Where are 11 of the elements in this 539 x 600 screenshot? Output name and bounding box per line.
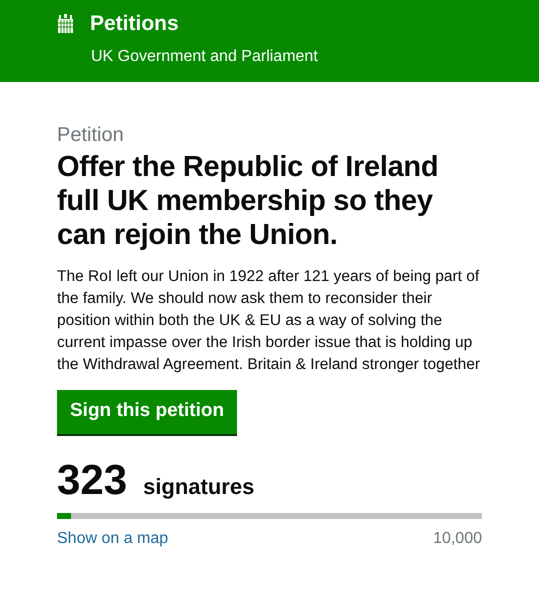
site-subtitle: UK Government and Parliament (91, 47, 319, 67)
signature-target: 10,000 (433, 528, 482, 548)
sign-petition-button[interactable]: Sign this petition (57, 390, 238, 434)
petition-description: The RoI left our Union in 1922 after 121 years of being part of the family. We should now ask them to reconsider their position within both the UK & EU as a way of solving the current impasse over the Irish border issue that is holding up the Withdrawal Agreement. Britain & Ireland stronger together (57, 267, 482, 375)
portcullis-icon (57, 14, 74, 34)
signatures-label: signatures (143, 472, 254, 501)
site-title[interactable]: Petitions (90, 10, 179, 38)
show-on-map-link[interactable]: Show on a map (57, 526, 168, 550)
petition-title: Offer the Republic of Ireland full UK membership so they can rejoin the Union. (57, 150, 440, 252)
petition-label: Petition (57, 123, 125, 148)
signature-count: 323 (57, 458, 128, 502)
